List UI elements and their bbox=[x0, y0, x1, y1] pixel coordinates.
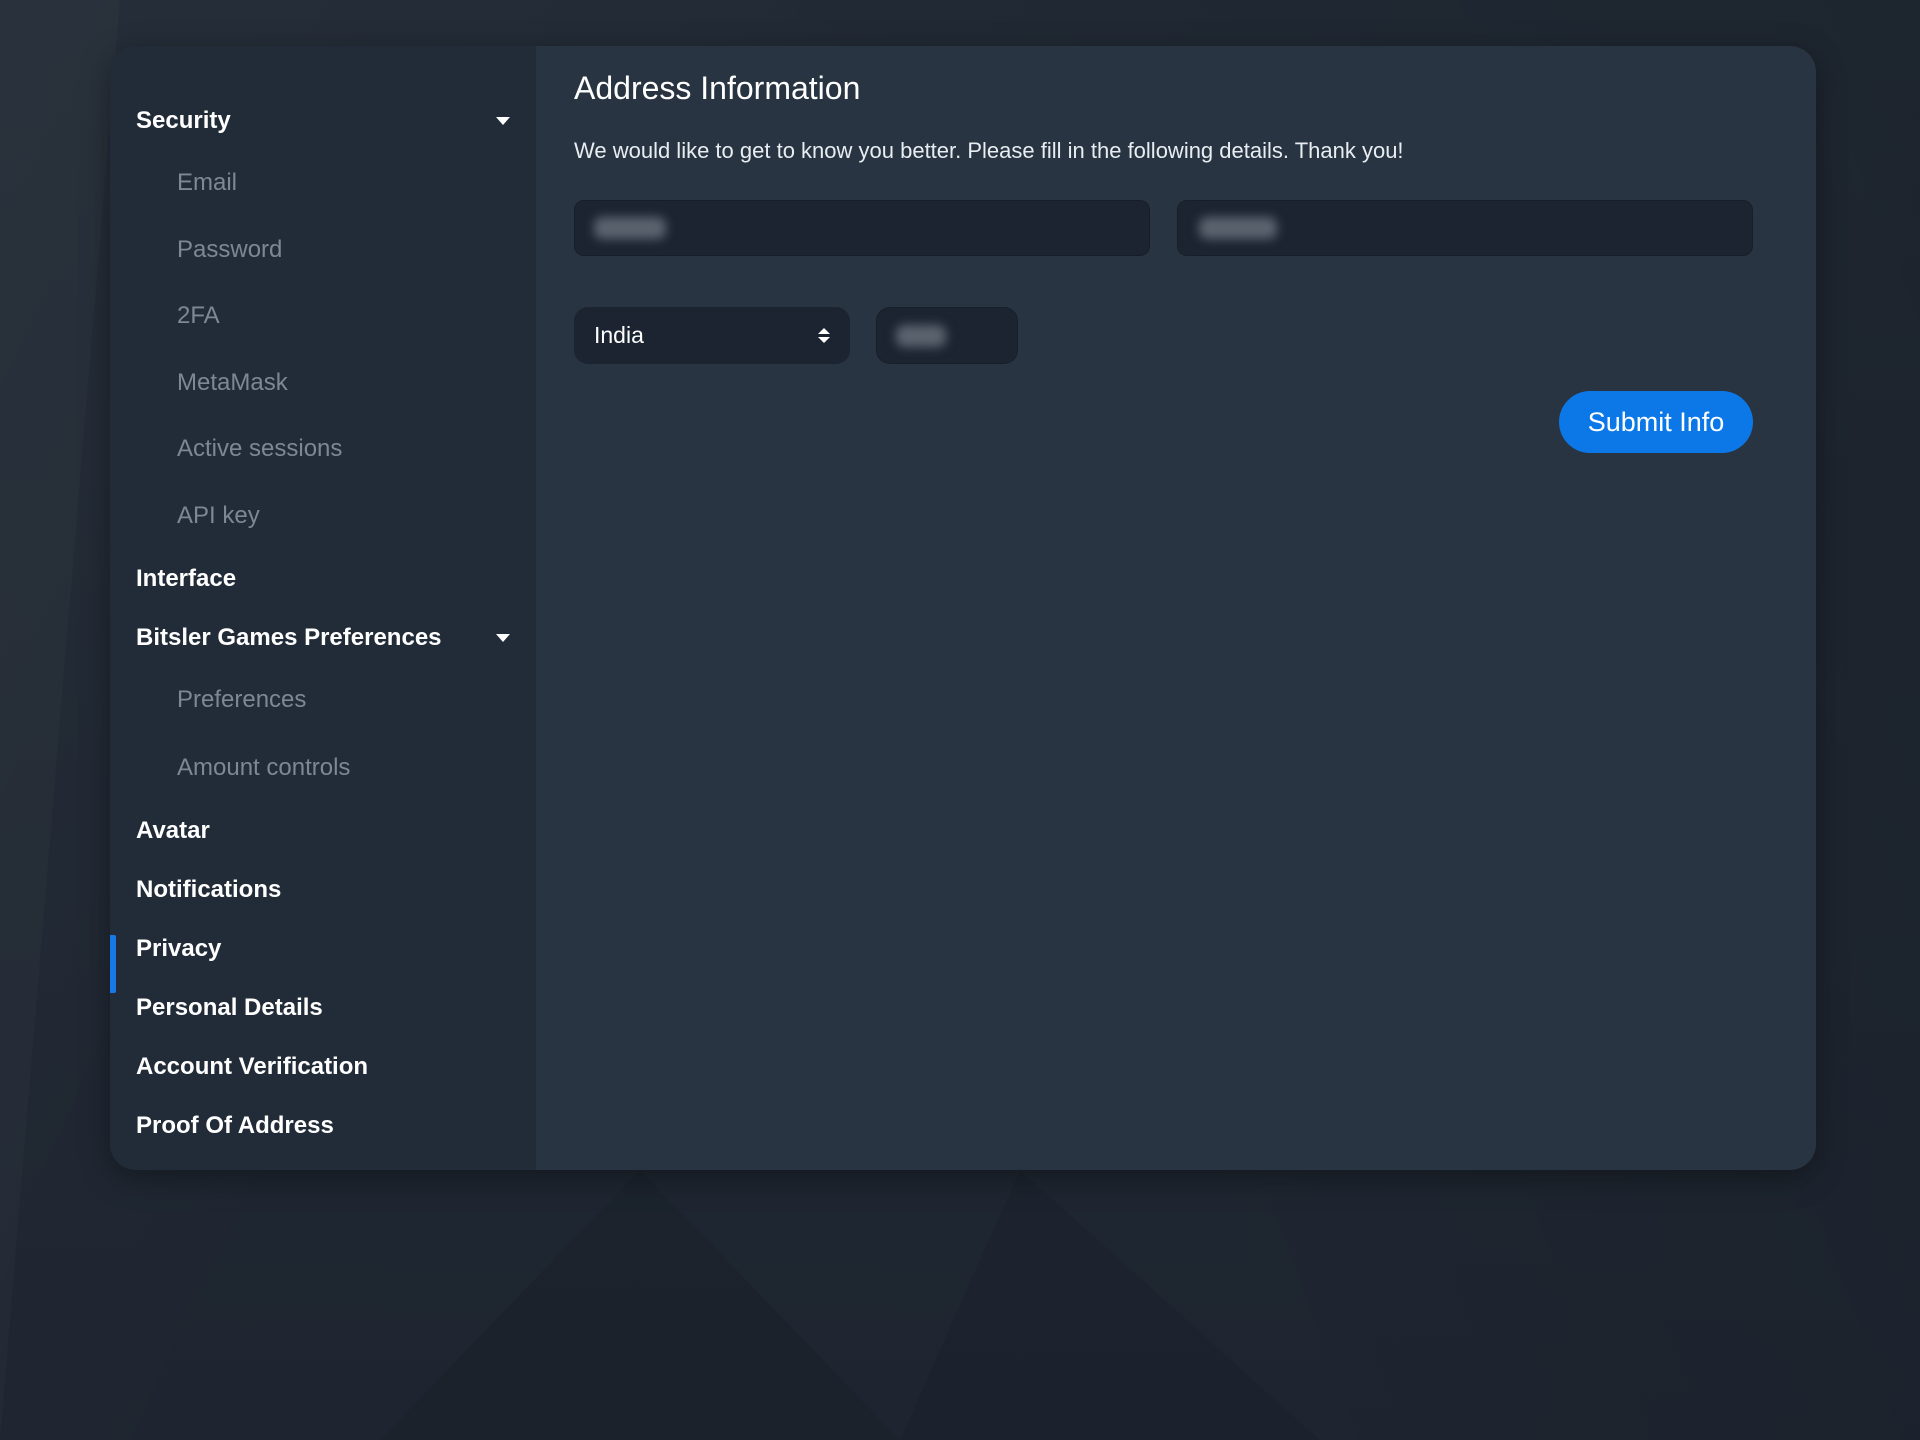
background-shape bbox=[0, 0, 120, 1440]
redacted-value bbox=[1199, 217, 1277, 239]
page-title: Address Information bbox=[574, 70, 861, 106]
address-information-section: Address Information We would like to get… bbox=[536, 46, 1816, 1170]
redacted-value bbox=[594, 217, 666, 239]
postal-code-input[interactable] bbox=[876, 307, 1018, 364]
settings-sidebar: Security Email Password 2FA MetaMask Act… bbox=[110, 46, 536, 1170]
redacted-value bbox=[896, 324, 946, 347]
settings-panel: Security Email Password 2FA MetaMask Act… bbox=[110, 46, 1816, 1170]
sidebar-item-label: Bitsler Games Preferences bbox=[136, 624, 442, 651]
sidebar-item-bitsler-games-preferences[interactable]: Bitsler Games Preferences bbox=[136, 618, 516, 658]
active-indicator bbox=[110, 935, 116, 993]
sidebar-item-email[interactable]: Email bbox=[177, 163, 516, 203]
sidebar-item-personal-details[interactable]: Personal Details bbox=[136, 988, 516, 1028]
sidebar-item-metamask[interactable]: MetaMask bbox=[177, 363, 516, 403]
sidebar-item-label: Security bbox=[136, 107, 231, 134]
sidebar-item-password[interactable]: Password bbox=[177, 230, 516, 270]
sidebar-item-2fa[interactable]: 2FA bbox=[177, 296, 516, 336]
city-input[interactable] bbox=[1177, 200, 1753, 256]
page-description: We would like to get to know you better.… bbox=[574, 138, 1404, 163]
sidebar-item-label: Preferences bbox=[177, 686, 307, 713]
sidebar-item-label: 2FA bbox=[177, 302, 220, 329]
sidebar-item-label: Password bbox=[177, 236, 283, 263]
sidebar-item-label: MetaMask bbox=[177, 369, 288, 396]
sidebar-item-label: Notifications bbox=[136, 876, 282, 903]
sidebar-item-amount-controls[interactable]: Amount controls bbox=[177, 748, 516, 788]
sidebar-item-label: API key bbox=[177, 502, 260, 529]
sidebar-item-notifications[interactable]: Notifications bbox=[136, 870, 516, 910]
sidebar-item-preferences[interactable]: Preferences bbox=[177, 680, 516, 720]
country-select[interactable]: India bbox=[574, 307, 850, 364]
sidebar-item-interface[interactable]: Interface bbox=[136, 559, 516, 599]
sidebar-item-label: Proof Of Address bbox=[136, 1112, 334, 1139]
submit-info-button[interactable]: Submit Info bbox=[1559, 391, 1753, 453]
sidebar-item-privacy[interactable]: Privacy bbox=[136, 929, 516, 969]
sidebar-item-label: Active sessions bbox=[177, 435, 343, 462]
address-input[interactable] bbox=[574, 200, 1150, 256]
sidebar-item-label: Privacy bbox=[136, 935, 222, 962]
select-arrows-icon bbox=[818, 328, 830, 343]
sidebar-item-self-exclusion[interactable]: Self Exclusion bbox=[136, 1165, 516, 1170]
sidebar-item-label: Personal Details bbox=[136, 994, 323, 1021]
caret-down-icon[interactable] bbox=[496, 117, 510, 125]
background-shape bbox=[380, 1170, 900, 1440]
sidebar-item-label: Interface bbox=[136, 565, 237, 592]
sidebar-item-label: Email bbox=[177, 169, 238, 196]
sidebar-item-active-sessions[interactable]: Active sessions bbox=[177, 429, 516, 469]
caret-down-icon[interactable] bbox=[496, 634, 510, 642]
background-shape bbox=[900, 1170, 1320, 1440]
country-select-value: India bbox=[594, 322, 644, 348]
sidebar-item-proof-of-address[interactable]: Proof Of Address bbox=[136, 1106, 516, 1146]
sidebar-item-avatar[interactable]: Avatar bbox=[136, 811, 516, 851]
sidebar-item-label: Avatar bbox=[136, 817, 210, 844]
sidebar-item-account-verification[interactable]: Account Verification bbox=[136, 1047, 516, 1087]
sidebar-item-label: Account Verification bbox=[136, 1053, 369, 1080]
sidebar-item-api-key[interactable]: API key bbox=[177, 496, 516, 536]
sidebar-item-security[interactable]: Security bbox=[136, 101, 516, 141]
sidebar-item-label: Amount controls bbox=[177, 754, 351, 781]
